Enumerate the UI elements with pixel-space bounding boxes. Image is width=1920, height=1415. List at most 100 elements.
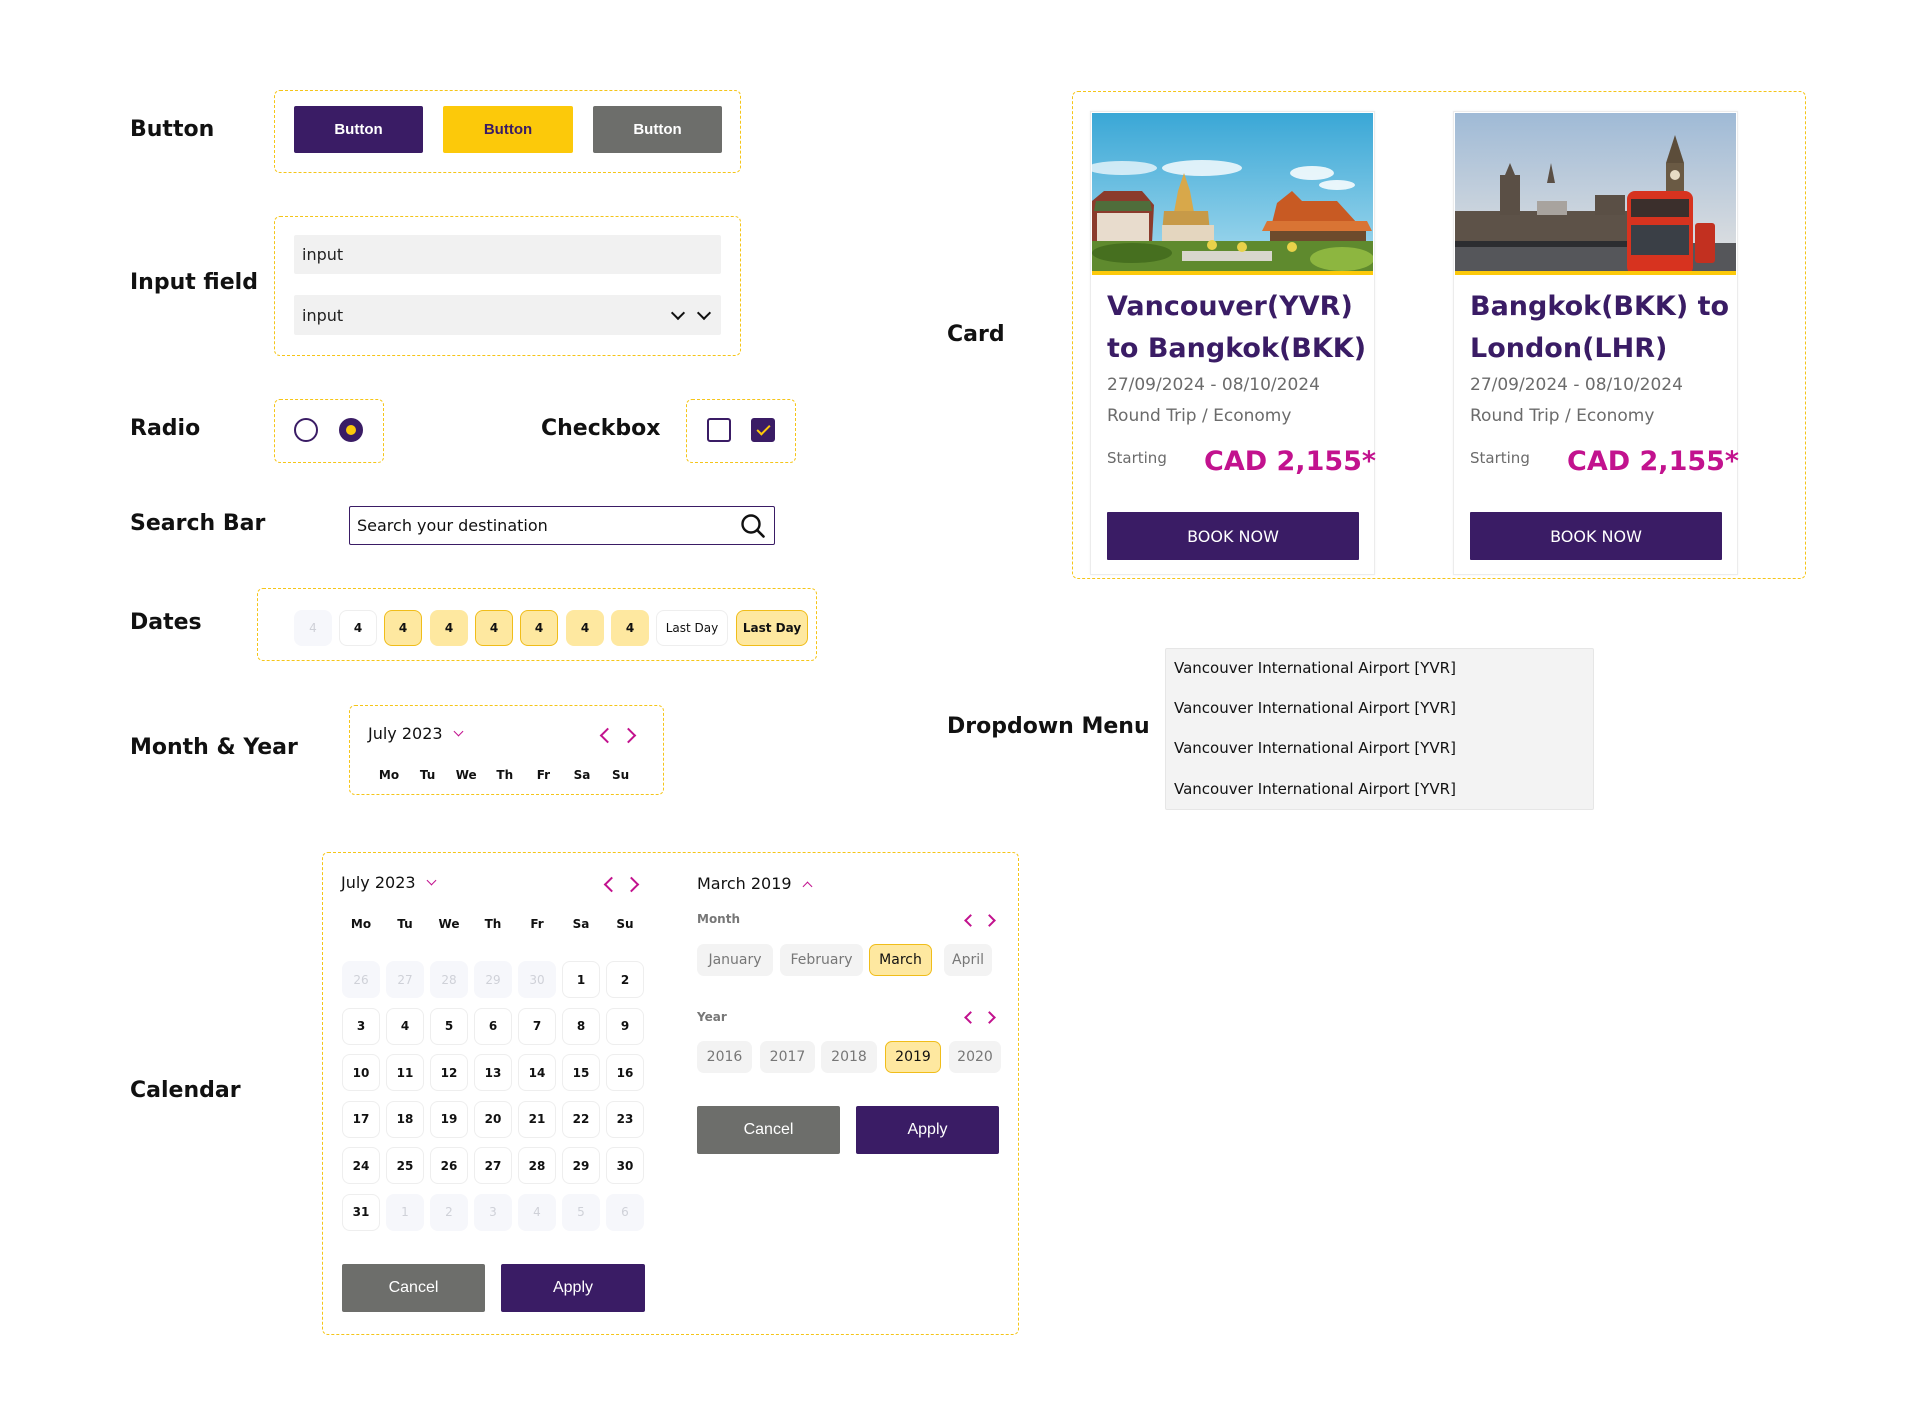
date-chip[interactable]: 4: [430, 610, 468, 646]
calendar-day[interactable]: 9: [606, 1007, 644, 1045]
calendar-title-text: July 2023: [341, 873, 416, 892]
section-label-month-year: Month & Year: [130, 735, 298, 760]
calendar-day[interactable]: 1: [562, 961, 600, 998]
date-chip[interactable]: Last Day: [656, 610, 728, 646]
yellow-button[interactable]: Button: [443, 106, 573, 153]
radio-checked[interactable]: [339, 418, 363, 442]
weekday-label: Tu: [419, 768, 436, 782]
calendar-day[interactable]: 31: [342, 1193, 380, 1231]
bangkok-temple-photo: [1092, 113, 1373, 275]
search-bar[interactable]: Search your destination: [349, 506, 775, 545]
checkbox-checked[interactable]: [751, 418, 775, 442]
dropdown-item[interactable]: Vancouver International Airport [YVR]: [1174, 699, 1456, 717]
weekday-label: We: [438, 917, 460, 931]
calendar-day[interactable]: 17: [342, 1100, 380, 1138]
calendar-day[interactable]: 22: [562, 1100, 600, 1138]
dropdown-item[interactable]: Vancouver International Airport [YVR]: [1174, 780, 1456, 798]
calendar-day[interactable]: 13: [474, 1054, 512, 1091]
dropdown-item[interactable]: Vancouver International Airport [YVR]: [1174, 739, 1456, 757]
calendar-day[interactable]: 20: [474, 1100, 512, 1138]
calendar-day[interactable]: 16: [606, 1054, 644, 1091]
picker-title[interactable]: March 2019: [697, 874, 813, 893]
checkbox-unchecked[interactable]: [707, 418, 731, 442]
date-chip[interactable]: 4: [384, 610, 422, 646]
calendar-day[interactable]: 14: [518, 1054, 556, 1091]
book-now-button[interactable]: BOOK NOW: [1470, 512, 1722, 560]
calendar-day[interactable]: 2: [606, 961, 644, 998]
radio-dot: [346, 425, 356, 435]
calendar-day[interactable]: 29: [562, 1147, 600, 1184]
section-label-calendar: Calendar: [130, 1078, 241, 1103]
year-option[interactable]: 2020: [949, 1041, 1001, 1073]
year-option-selected[interactable]: 2019: [885, 1041, 941, 1073]
calendar-day-outside-month: 29: [474, 961, 512, 998]
calendar-day-outside-month: 4: [518, 1193, 556, 1231]
calendar-cancel-button[interactable]: Cancel: [342, 1264, 485, 1312]
year-option[interactable]: 2016: [697, 1041, 752, 1073]
calendar-day[interactable]: 23: [606, 1100, 644, 1138]
search-input[interactable]: Search your destination: [357, 516, 548, 535]
calendar-day-outside-month: 3: [474, 1193, 512, 1231]
london-westminster-photo: [1455, 113, 1736, 275]
calendar-day[interactable]: 3: [342, 1007, 380, 1045]
section-label-radio: Radio: [130, 416, 201, 441]
weekday-label: Tu: [397, 917, 413, 931]
calendar-day-outside-month: 2: [430, 1193, 468, 1231]
calendar-day[interactable]: 24: [342, 1147, 380, 1184]
text-input[interactable]: input: [294, 235, 721, 274]
calendar-day[interactable]: 30: [606, 1147, 644, 1184]
picker-cancel-button[interactable]: Cancel: [697, 1106, 840, 1154]
month-option[interactable]: April: [944, 944, 992, 976]
calendar-day[interactable]: 7: [518, 1007, 556, 1045]
chevron-down-icon: [453, 726, 464, 736]
calendar-day[interactable]: 26: [430, 1147, 468, 1184]
section-label-card: Card: [947, 322, 1005, 347]
section-label-input-field: Input field: [130, 270, 258, 295]
book-now-button[interactable]: BOOK NOW: [1107, 512, 1359, 560]
calendar-day[interactable]: 28: [518, 1147, 556, 1184]
calendar-day[interactable]: 10: [342, 1054, 380, 1091]
radio-unchecked[interactable]: [294, 418, 318, 442]
calendar-day[interactable]: 4: [386, 1007, 424, 1045]
search-icon[interactable]: [740, 513, 766, 539]
date-chip[interactable]: 4: [339, 610, 377, 646]
calendar-apply-button[interactable]: Apply: [501, 1264, 645, 1312]
calendar-title[interactable]: July 2023: [341, 873, 437, 892]
calendar-day[interactable]: 6: [474, 1007, 512, 1045]
date-chip[interactable]: 4: [520, 610, 558, 646]
calendar-day[interactable]: 19: [430, 1100, 468, 1138]
calendar-day[interactable]: 18: [386, 1100, 424, 1138]
calendar-day[interactable]: 25: [386, 1147, 424, 1184]
month-year-title[interactable]: July 2023: [368, 724, 464, 743]
weekday-label: Sa: [573, 768, 591, 782]
month-option[interactable]: February: [780, 944, 863, 976]
calendar-day[interactable]: 11: [386, 1054, 424, 1091]
section-label-button: Button: [130, 117, 215, 142]
month-option[interactable]: January: [697, 944, 773, 976]
calendar-showcase: [322, 852, 1019, 1335]
dropdown-item[interactable]: Vancouver International Airport [YVR]: [1174, 659, 1456, 677]
picker-apply-button[interactable]: Apply: [856, 1106, 999, 1154]
date-chip[interactable]: 4: [611, 610, 649, 646]
calendar-day[interactable]: 8: [562, 1007, 600, 1045]
grey-button[interactable]: Button: [593, 106, 722, 153]
card-price: CAD 2,155*: [1204, 446, 1377, 477]
section-label-search-bar: Search Bar: [130, 511, 266, 536]
calendar-day-outside-month: 30: [518, 961, 556, 998]
month-option-selected[interactable]: March: [869, 944, 932, 976]
year-option[interactable]: 2017: [760, 1041, 815, 1073]
primary-button[interactable]: Button: [294, 106, 423, 153]
select-input[interactable]: input: [294, 295, 721, 335]
date-chip[interactable]: 4: [566, 610, 604, 646]
chevron-down-icon: [670, 305, 686, 321]
calendar-day-outside-month: 26: [342, 961, 380, 998]
calendar-day[interactable]: 27: [474, 1147, 512, 1184]
date-chip[interactable]: 4: [475, 610, 513, 646]
calendar-day[interactable]: 5: [430, 1007, 468, 1045]
calendar-day[interactable]: 21: [518, 1100, 556, 1138]
picker-year-label: Year: [697, 1010, 727, 1024]
date-chip[interactable]: Last Day: [736, 610, 808, 646]
calendar-day[interactable]: 15: [562, 1054, 600, 1091]
year-option[interactable]: 2018: [821, 1041, 877, 1073]
calendar-day[interactable]: 12: [430, 1054, 468, 1091]
